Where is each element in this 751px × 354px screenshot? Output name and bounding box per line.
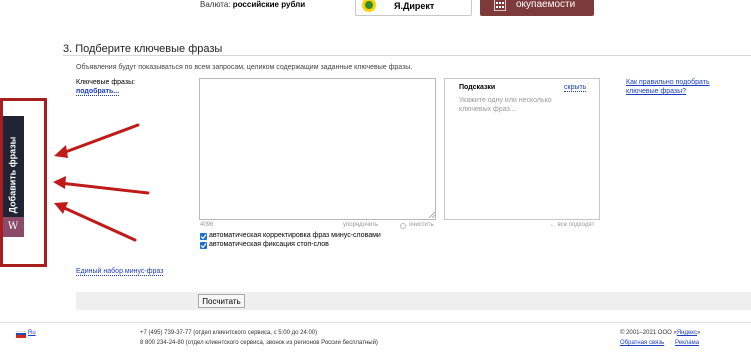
checkmark-icon bbox=[200, 234, 207, 240]
hints-panel: Подсказки скрыть Укажите одну или нескол… bbox=[444, 78, 600, 220]
hints-placeholder: Укажите одну или несколько ключевых фраз… bbox=[459, 97, 552, 113]
yandex-link[interactable]: Яндекс bbox=[677, 330, 697, 336]
hints-hide-link[interactable]: скрыть bbox=[564, 84, 587, 92]
annotation-frame bbox=[0, 98, 47, 267]
yandex-direct-button[interactable]: Я.Директ bbox=[355, 0, 472, 16]
checkmark-icon bbox=[200, 243, 207, 249]
support-phone-1: +7 (495) 739-37-77 (отдел клиентского се… bbox=[140, 330, 318, 336]
keywords-select-link[interactable]: подобрать... bbox=[76, 88, 120, 96]
resize-grip-icon[interactable] bbox=[428, 211, 435, 218]
all-fit-label[interactable]: ← все подходят bbox=[550, 222, 594, 228]
keywords-label: Ключевые фразы: bbox=[76, 79, 136, 86]
stopwords-label: автоматическая фиксация стоп-слов bbox=[209, 241, 329, 248]
section-title: 3. Подберите ключевые фразы bbox=[63, 43, 223, 55]
keywords-textarea[interactable] bbox=[199, 78, 436, 220]
roi-button-label: окупаемости bbox=[516, 0, 576, 10]
annotation-arrow-3 bbox=[58, 204, 137, 242]
radio-icon[interactable] bbox=[400, 223, 406, 229]
feedback-link[interactable]: Обратная связь bbox=[620, 340, 664, 346]
copyright-suffix: » bbox=[696, 330, 701, 336]
currency-label: Валюта: bbox=[200, 0, 231, 9]
calendar-grid-icon bbox=[494, 0, 506, 11]
footer-divider bbox=[0, 322, 751, 323]
autocorrect-label: автоматическая корректировка фраз минус-… bbox=[209, 232, 381, 239]
currency-value: российские рубли bbox=[232, 0, 306, 9]
section-hint: Объявления будут показываться по всем за… bbox=[76, 64, 413, 71]
section-divider bbox=[63, 55, 751, 56]
hints-title: Подсказки bbox=[459, 84, 496, 91]
stopwords-checkbox[interactable] bbox=[200, 242, 207, 249]
direct-button-label: Я.Директ bbox=[394, 1, 435, 11]
ad-link[interactable]: Реклама bbox=[675, 340, 699, 346]
direct-logo-icon bbox=[362, 0, 376, 12]
copyright: © 2001–2021 ООО «Яндекс» bbox=[620, 330, 700, 336]
autocorrect-checkbox[interactable] bbox=[200, 233, 207, 240]
copyright-prefix: © 2001–2021 ООО « bbox=[620, 330, 677, 336]
char-counter: 4096 bbox=[200, 222, 214, 228]
currency-info: Валюта: российские рубли bbox=[200, 0, 305, 9]
calculate-button[interactable]: Посчитать bbox=[198, 294, 245, 308]
help-keywords-link[interactable]: Как правильно подобрать ключевые фразы? bbox=[626, 78, 726, 96]
minus-phrases-link[interactable]: Единый набор минус-фраз bbox=[76, 268, 164, 276]
arrange-button[interactable]: упорядочить bbox=[343, 222, 378, 228]
arrowhead-3 bbox=[54, 202, 68, 214]
roi-button[interactable]: окупаемости bbox=[480, 0, 594, 16]
arrowhead-2 bbox=[53, 176, 66, 189]
calc-bar bbox=[76, 292, 751, 310]
footer-separator: · bbox=[670, 340, 672, 346]
clean-button[interactable]: очистить bbox=[409, 222, 434, 228]
annotation-arrow-2 bbox=[58, 181, 150, 195]
annotation-arrow-1 bbox=[58, 123, 140, 156]
support-phone-2: 8 800 234-24-80 (отдел клиентского серви… bbox=[140, 340, 378, 346]
language-link[interactable]: Ru bbox=[28, 330, 36, 336]
russian-flag-icon bbox=[16, 331, 26, 338]
arrowhead-1 bbox=[54, 145, 68, 158]
